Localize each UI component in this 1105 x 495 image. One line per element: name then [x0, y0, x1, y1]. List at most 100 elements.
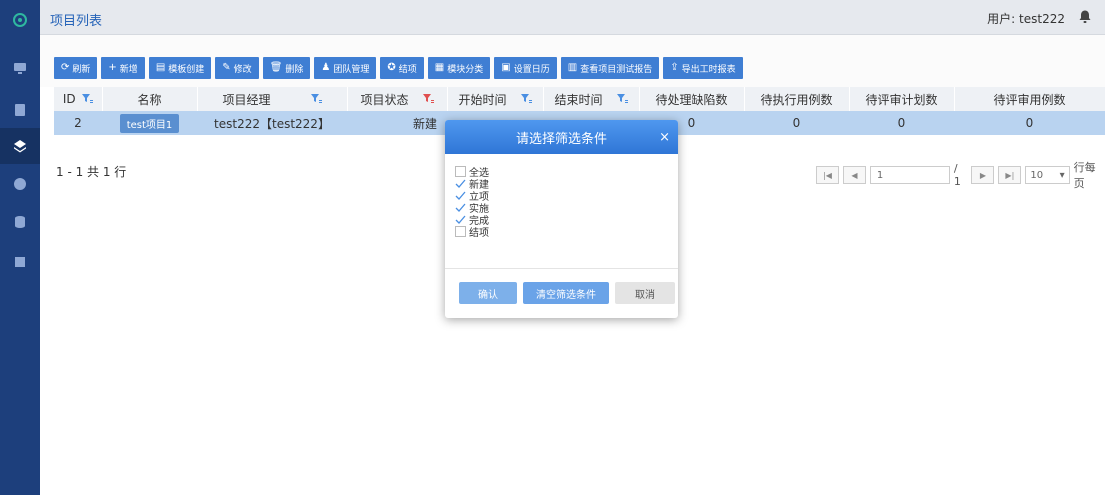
- sidebar: [0, 0, 40, 495]
- checkmark-icon[interactable]: [455, 190, 466, 201]
- dialog-title: 请选择筛选条件: [515, 131, 607, 147]
- dialog-footer: 确认 清空筛选条件 取消: [459, 282, 675, 304]
- user-label: 用户:: [987, 12, 1016, 26]
- col-status[interactable]: 项目状态: [347, 87, 448, 111]
- test-report-button[interactable]: ▥ 查看项目测试报告: [560, 57, 660, 79]
- cell-status: 新建: [412, 116, 437, 131]
- filter-icon[interactable]: [520, 94, 532, 104]
- cell-cases-review: 0: [1025, 116, 1034, 130]
- page-size-label: 行每页: [1073, 161, 1096, 190]
- sidebar-item-clock[interactable]: [0, 166, 40, 202]
- sidebar-item-monitor[interactable]: [0, 50, 40, 86]
- checkmark-icon[interactable]: [455, 202, 466, 213]
- col-plans-review-label: 待评审计划数: [865, 92, 938, 107]
- col-end-label: 结束时间: [554, 92, 603, 107]
- checkbox-unchecked-icon[interactable]: [455, 165, 466, 177]
- total-pages: / 1: [953, 162, 961, 188]
- calendar-button[interactable]: ▣ 设置日历: [494, 57, 557, 79]
- template-create-button[interactable]: ▤ 模板创建: [148, 57, 212, 79]
- option-label: 结项: [469, 227, 489, 239]
- settle-label: 结项: [398, 64, 417, 75]
- team-icon: ♟: [321, 62, 331, 73]
- col-cases-review-label: 待评审用例数: [993, 92, 1066, 107]
- col-manager[interactable]: 项目经理: [197, 87, 348, 111]
- edit-button[interactable]: ✎ 修改: [215, 57, 259, 79]
- cell-name: test项目1: [102, 111, 197, 135]
- settle-button[interactable]: ✪ 结项: [380, 57, 424, 79]
- page-number-input[interactable]: [869, 166, 950, 184]
- module-category-button[interactable]: ▦ 模块分类: [427, 57, 491, 79]
- col-plans-review: 待评审计划数: [849, 87, 955, 111]
- checkbox-unchecked-icon[interactable]: [455, 225, 466, 237]
- prev-page-button[interactable]: ◀: [842, 166, 866, 184]
- user-name: test222: [1019, 12, 1065, 26]
- filter-icon[interactable]: [616, 94, 628, 104]
- page-size-select[interactable]: 10 ▾: [1025, 166, 1070, 184]
- toolbar: ⟳ 刷新 + 新增 ▤ 模板创建 ✎ 修改 🗑 删除 ♟ 团队管理 ✪ 结项 ▦ 模块分类 ▣ 设…: [40, 35, 1105, 87]
- close-icon[interactable]: ×: [659, 130, 670, 145]
- bar-chart-icon: ▥: [567, 62, 578, 73]
- trash-icon: 🗑: [269, 62, 283, 73]
- checkmark-icon[interactable]: [455, 214, 466, 225]
- module-category-label: 模块分类: [447, 64, 484, 75]
- col-name-label: 名称: [137, 92, 162, 107]
- toolbar-buttons: ⟳ 刷新 + 新增 ▤ 模板创建 ✎ 修改 🗑 删除 ♟ 团队管理 ✪ 结项 ▦ 模块分类 ▣ 设…: [54, 57, 743, 79]
- template-icon: ▤: [155, 62, 166, 73]
- delete-button[interactable]: 🗑 删除: [262, 57, 311, 79]
- col-name: 名称: [102, 87, 198, 111]
- checkmark-icon[interactable]: [455, 178, 466, 189]
- col-id[interactable]: ID: [54, 87, 103, 111]
- refresh-icon: ⟳: [61, 62, 70, 73]
- export-hours-button[interactable]: ⇪ 导出工时报表: [663, 57, 743, 79]
- filter-options: 全选 新建 立项 实施 完成 结项: [455, 165, 489, 239]
- col-cases-review: 待评审用例数: [954, 87, 1105, 111]
- refresh-button[interactable]: ⟳ 刷新: [54, 57, 98, 79]
- col-defects: 待处理缺陷数: [639, 87, 745, 111]
- col-cases-exec-label: 待执行用例数: [760, 92, 833, 107]
- col-cases-exec: 待执行用例数: [744, 87, 850, 111]
- sidebar-item-report[interactable]: [0, 244, 40, 280]
- col-end[interactable]: 结束时间: [543, 87, 640, 111]
- col-start-label: 开始时间: [458, 92, 507, 107]
- next-page-button[interactable]: ▶: [971, 166, 995, 184]
- filter-icon[interactable]: [81, 94, 93, 104]
- record-info: 1 - 1 共 1 行: [56, 165, 127, 179]
- filter-icon[interactable]: [310, 94, 322, 104]
- settle-icon: ✪: [387, 62, 396, 73]
- clear-filter-button[interactable]: 清空筛选条件: [523, 282, 609, 304]
- plus-icon: +: [108, 62, 117, 73]
- cell-manager: test222【test222】: [214, 116, 330, 131]
- col-defects-label: 待处理缺陷数: [655, 92, 728, 107]
- cancel-button[interactable]: 取消: [615, 282, 675, 304]
- export-hours-label: 导出工时报表: [681, 64, 736, 75]
- add-label: 新增: [119, 64, 138, 75]
- filter-dialog: 请选择筛选条件 × 全选 新建 立项 实施 完成 结项 确认 清空筛选条件 取消: [445, 120, 678, 318]
- dialog-header: 请选择筛选条件 ×: [445, 120, 678, 154]
- first-page-button[interactable]: |◀: [816, 166, 839, 184]
- grid-icon: ▦: [434, 62, 445, 73]
- col-status-label: 项目状态: [360, 92, 409, 107]
- report-icon: [15, 257, 25, 267]
- confirm-button[interactable]: 确认: [459, 282, 517, 304]
- document-icon: [15, 104, 25, 116]
- last-page-button[interactable]: ▶|: [998, 166, 1022, 184]
- add-button[interactable]: + 新增: [101, 57, 145, 79]
- bell-icon[interactable]: [1077, 9, 1093, 25]
- sidebar-item-database[interactable]: [0, 204, 40, 240]
- test-report-label: 查看项目测试报告: [580, 64, 653, 75]
- user-info: 用户: test222: [987, 10, 1065, 27]
- team-manage-button[interactable]: ♟ 团队管理: [314, 57, 377, 79]
- cell-plans-review: 0: [897, 116, 906, 130]
- option-closed[interactable]: 结项: [455, 225, 489, 239]
- sidebar-item-document[interactable]: [0, 92, 40, 128]
- project-name-link[interactable]: test项目1: [119, 113, 180, 133]
- col-start[interactable]: 开始时间: [447, 87, 544, 111]
- calendar-icon: ▣: [501, 62, 511, 73]
- monitor-icon: [14, 63, 26, 74]
- sidebar-item-projects[interactable]: [0, 128, 40, 164]
- cell-id: 2: [74, 116, 82, 130]
- page-size-value: 10: [1030, 169, 1044, 181]
- col-id-label: ID: [62, 92, 76, 106]
- filter-active-icon[interactable]: [422, 94, 434, 104]
- edit-icon: ✎: [222, 62, 231, 73]
